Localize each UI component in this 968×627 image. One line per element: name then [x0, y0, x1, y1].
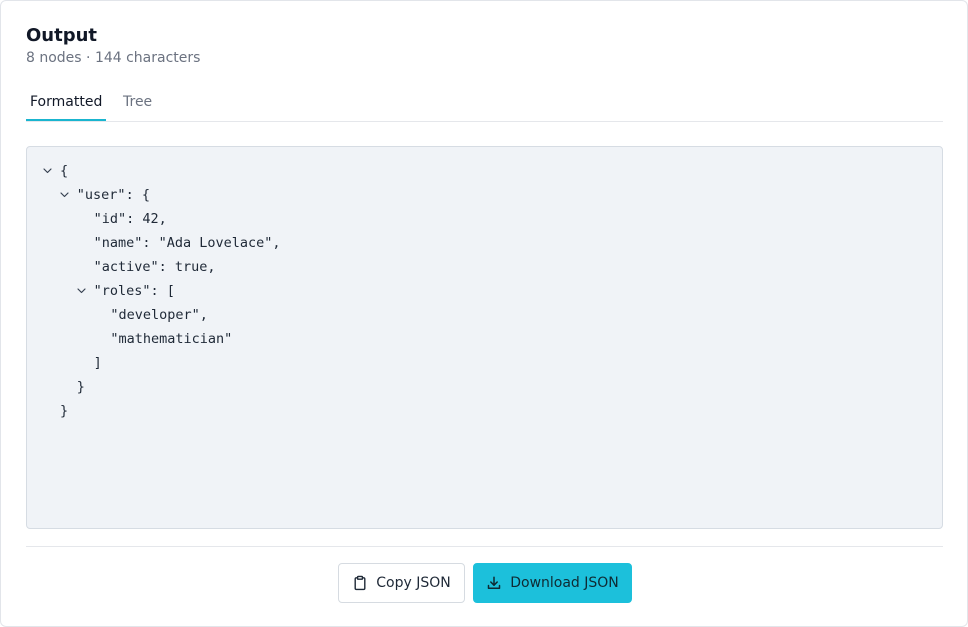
- tab-tree[interactable]: Tree: [119, 87, 156, 119]
- code-line: "id": 42,: [93, 211, 167, 227]
- page-title: Output: [26, 25, 98, 46]
- download-json-label: Download JSON: [510, 575, 619, 591]
- code-line: "user": {: [76, 187, 150, 203]
- code-line: }: [60, 403, 69, 419]
- code-line: }: [76, 379, 85, 395]
- clipboard-icon: [352, 575, 368, 591]
- collapse-toggle-chevron-down-icon[interactable]: [59, 183, 71, 207]
- copy-json-label: Copy JSON: [376, 575, 451, 591]
- code-line: {: [60, 163, 69, 179]
- collapse-toggle-chevron-down-icon[interactable]: [76, 279, 88, 303]
- view-tabs: Formatted Tree: [26, 87, 943, 122]
- output-card: Output 8 nodes · 144 characters Formatte…: [0, 0, 968, 627]
- code-line: "developer",: [110, 307, 208, 323]
- code-line: "name": "Ada Lovelace",: [93, 235, 281, 251]
- copy-json-button[interactable]: Copy JSON: [338, 563, 465, 603]
- output-stats: 8 nodes · 144 characters: [26, 50, 201, 66]
- code-line: "roles": [: [93, 283, 175, 299]
- code-line: "active": true,: [93, 259, 216, 275]
- collapse-toggle-chevron-down-icon[interactable]: [42, 159, 54, 183]
- code-line: "mathematician": [110, 331, 233, 347]
- download-json-button[interactable]: Download JSON: [473, 563, 632, 603]
- tab-formatted[interactable]: Formatted: [26, 87, 107, 121]
- footer-divider: [26, 546, 943, 547]
- code-line: ]: [93, 355, 102, 371]
- download-icon: [486, 575, 502, 591]
- json-code-panel: { "user": { "id": 42, "name": "Ada Lovelace…: [26, 146, 943, 529]
